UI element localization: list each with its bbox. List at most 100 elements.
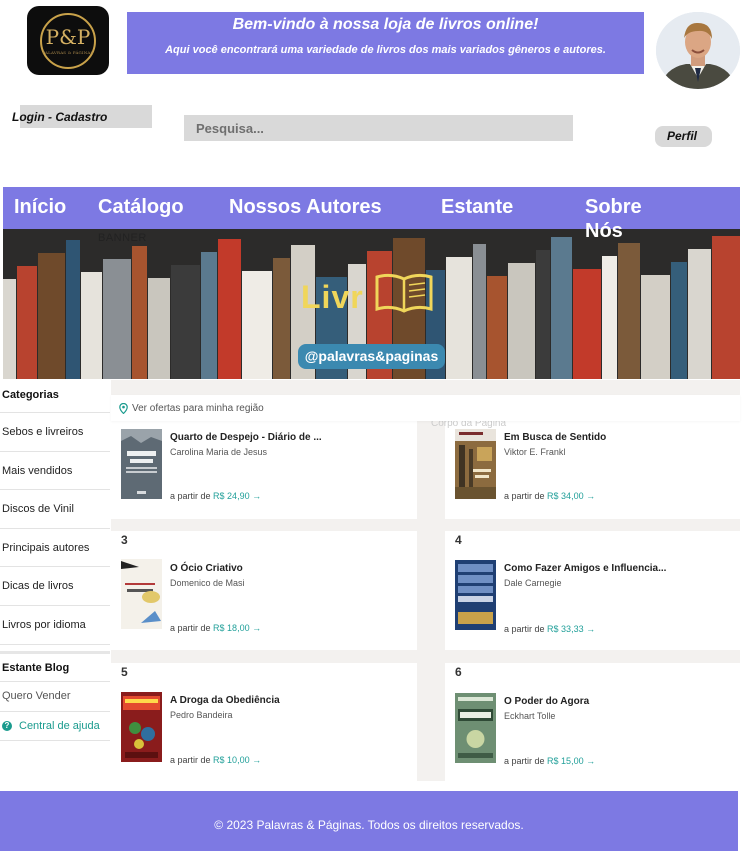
- book-cover: [121, 429, 162, 499]
- help-label: Central de ajuda: [19, 719, 100, 732]
- book-spine: [132, 246, 147, 379]
- banner-logo-text: Livr: [301, 279, 364, 315]
- offers-label: Ver ofertas para minha região: [132, 402, 264, 414]
- book-spine: [242, 271, 272, 379]
- book-card[interactable]: Quarto de Despejo - Diário de ... Caroli…: [111, 421, 417, 519]
- book-card[interactable]: 6 O Poder do Agora Eckhart Tolle a parti…: [445, 663, 748, 781]
- book-card[interactable]: 3 O Ócio Criativo Domenico de Masi a par…: [111, 531, 417, 650]
- book-author: Carolina Maria de Jesus: [170, 447, 268, 457]
- book-price[interactable]: a partir de R$ 10,00 →: [170, 755, 261, 765]
- footer-copyright: © 2023 Palavras & Páginas. Todos os dire…: [214, 818, 524, 832]
- price-value: R$ 15,00: [547, 756, 584, 766]
- banner-label: BANNER: [98, 232, 147, 244]
- price-prefix: a partir de: [170, 623, 211, 633]
- book-spine: [148, 278, 170, 379]
- main-content: Ver ofertas para minha região Corpo da P…: [111, 380, 748, 781]
- sidebar-item-idioma[interactable]: Livros por idioma: [0, 606, 110, 645]
- open-book-icon: [375, 273, 433, 313]
- book-spine: [171, 265, 200, 379]
- book-title[interactable]: Como Fazer Amigos e Influencia...: [504, 563, 666, 574]
- book-spine: [536, 250, 550, 379]
- book-spine: [38, 253, 65, 379]
- profile-button[interactable]: Perfil: [655, 126, 712, 147]
- book-spine: [17, 266, 37, 379]
- book-spine: [446, 257, 472, 379]
- price-prefix: a partir de: [170, 491, 211, 501]
- price-prefix: a partir de: [504, 491, 545, 501]
- sell-link[interactable]: Quero Vender: [0, 682, 110, 712]
- banner-social-tag: @palavras&paginas: [298, 344, 445, 369]
- price-prefix: a partir de: [504, 756, 545, 766]
- footer: © 2023 Palavras & Páginas. Todos os dire…: [0, 791, 738, 851]
- book-spine: [3, 279, 16, 379]
- book-spine: [712, 236, 740, 379]
- main-nav: Início Catálogo Nossos Autores Estante S…: [3, 187, 740, 242]
- book-spine: [602, 256, 617, 379]
- book-card[interactable]: 5 A Droga da Obediência Pedro Bandeira a…: [111, 663, 417, 781]
- hero-banner[interactable]: BANNER Livr @palavras&paginas: [3, 229, 740, 379]
- book-cover: [455, 560, 496, 630]
- book-title[interactable]: Quarto de Despejo - Diário de ...: [170, 432, 322, 443]
- nav-item-sobre[interactable]: Sobre Nós: [585, 195, 642, 243]
- blog-title[interactable]: Estante Blog: [0, 650, 110, 682]
- price-prefix: a partir de: [170, 755, 211, 765]
- nav-item-estante[interactable]: Estante: [441, 195, 513, 219]
- book-author: Eckhart Tolle: [504, 711, 556, 721]
- book-price[interactable]: a partir de R$ 34,00 →: [504, 491, 595, 501]
- book-spine: [641, 275, 670, 379]
- welcome-title: Bem-vindo à nossa loja de livros online!: [232, 16, 539, 33]
- sidebar-item-discos[interactable]: Discos de Vinil: [0, 490, 110, 529]
- book-card[interactable]: Em Busca de Sentido Viktor E. Frankl a p…: [445, 421, 748, 519]
- sidebar-item-mais-vendidos[interactable]: Mais vendidos: [0, 452, 110, 491]
- logo-mark: P&P: [45, 24, 91, 49]
- welcome-subtitle: Aqui você encontrará uma variedade de li…: [165, 44, 606, 56]
- nav-item-autores[interactable]: Nossos Autores: [229, 195, 382, 219]
- help-center-link[interactable]: ? Central de ajuda: [0, 712, 110, 741]
- book-spine: [218, 239, 241, 379]
- book-spine: [508, 263, 535, 379]
- book-spine: [688, 249, 711, 379]
- login-register-button[interactable]: Login - Cadastro: [12, 105, 152, 128]
- book-title[interactable]: O Poder do Agora: [504, 696, 589, 707]
- price-value: R$ 24,90: [213, 491, 250, 501]
- book-price[interactable]: a partir de R$ 18,00 →: [170, 623, 261, 633]
- price-value: R$ 34,00: [547, 491, 584, 501]
- book-spine: [103, 259, 131, 379]
- nav-item-catalogo[interactable]: Catálogo: [98, 195, 184, 219]
- book-rank: 4: [455, 533, 462, 547]
- profile-label: Perfil: [667, 129, 698, 143]
- price-value: R$ 33,33: [547, 624, 584, 634]
- store-logo[interactable]: P&P PALAVRAS & PÁGINAS: [27, 6, 109, 75]
- book-price[interactable]: a partir de R$ 33,33 →: [504, 624, 595, 634]
- book-title[interactable]: A Droga da Obediência: [170, 695, 280, 706]
- price-value: R$ 18,00: [213, 623, 250, 633]
- sidebar-item-dicas[interactable]: Dicas de livros: [0, 567, 110, 606]
- book-author: Pedro Bandeira: [170, 710, 233, 720]
- book-title[interactable]: Em Busca de Sentido: [504, 432, 606, 443]
- book-spine: [81, 272, 102, 379]
- book-author: Viktor E. Frankl: [504, 447, 566, 457]
- price-prefix: a partir de: [504, 624, 545, 634]
- sidebar: Categorias Sebos e livreiros Mais vendid…: [0, 380, 110, 741]
- categories-title: Categorias: [0, 380, 110, 413]
- book-price[interactable]: a partir de R$ 24,90 →: [170, 491, 261, 501]
- book-title[interactable]: O Ócio Criativo: [170, 563, 243, 574]
- offers-bar[interactable]: Ver ofertas para minha região: [111, 395, 740, 421]
- book-spine: [201, 252, 217, 379]
- logo-subtitle: PALAVRAS & PÁGINAS: [42, 49, 94, 55]
- book-spine: [473, 244, 486, 379]
- arrow-right-icon: →: [586, 491, 596, 501]
- book-cover: [121, 559, 162, 629]
- search-input[interactable]: [184, 115, 573, 141]
- book-price[interactable]: a partir de R$ 15,00 →: [504, 756, 595, 766]
- sidebar-item-sebos[interactable]: Sebos e livreiros: [0, 413, 110, 452]
- book-card[interactable]: 4 Como Fazer Amigos e Influencia... Dale…: [445, 531, 748, 650]
- help-icon: ?: [2, 720, 12, 731]
- welcome-banner: Bem-vindo à nossa loja de livros online!…: [127, 12, 644, 74]
- book-spine: [551, 237, 572, 379]
- book-rank: 3: [121, 533, 128, 547]
- sidebar-item-autores[interactable]: Principais autores: [0, 529, 110, 568]
- user-avatar[interactable]: [656, 12, 740, 89]
- book-spine: [618, 243, 640, 379]
- nav-item-inicio[interactable]: Início: [14, 195, 66, 219]
